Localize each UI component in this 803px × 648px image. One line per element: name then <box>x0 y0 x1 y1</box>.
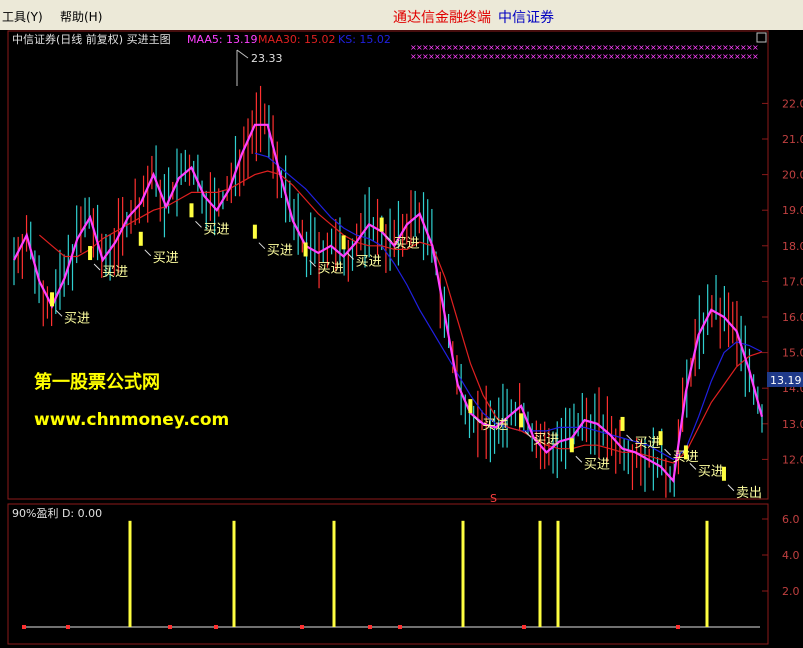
signal-bar <box>50 292 55 307</box>
signal-label: 买进 <box>203 222 229 237</box>
signal-label: 买进 <box>482 418 508 433</box>
y-tick-label: 22.0 <box>782 97 803 110</box>
signal-bar <box>620 416 625 431</box>
signal-label: 买进 <box>267 244 293 259</box>
sub-bar <box>332 520 336 627</box>
signal-label: 买进 <box>318 261 344 276</box>
y-tick-label: 15.0 <box>782 347 803 360</box>
sub-dot <box>168 625 172 629</box>
menu-bar: 工具(Y) 帮助(H) 通达信金融终端 中信证券 <box>0 0 803 31</box>
sub-bar <box>232 520 236 627</box>
signal-bar <box>519 413 524 428</box>
menu-tools[interactable]: 工具(Y) <box>2 8 43 25</box>
sub-dot <box>66 625 70 629</box>
signal-label: 买进 <box>635 436 661 451</box>
signal-bar <box>379 217 384 232</box>
y-tick-label: 18.0 <box>782 240 803 253</box>
y-tick-label: 12.0 <box>782 453 803 466</box>
sub-dot <box>676 625 680 629</box>
signal-bar <box>303 242 308 257</box>
signal-bar <box>569 438 574 453</box>
sub-bar <box>461 520 465 627</box>
signal-bar <box>341 235 346 250</box>
signal-x-mark: × <box>752 52 759 61</box>
signal-bar <box>468 399 473 414</box>
signal-label: 卖出 <box>736 486 762 501</box>
main-panel-title: 中信证券(日线 前复权) 买进主图 <box>12 32 171 46</box>
sub-bar <box>705 520 709 627</box>
signal-bar <box>252 224 257 239</box>
signal-markers: ××××××××××××××××××××××××××××××××××××××××… <box>410 43 759 61</box>
y-tick-label: 20.0 <box>782 169 803 182</box>
legend-ks: KS: 15.02 <box>338 33 391 46</box>
sub-bar <box>128 520 132 627</box>
signal-label: 买进 <box>102 265 128 280</box>
signal-bar <box>721 466 726 481</box>
legend-maa30: MAA30: 15.02 <box>258 33 336 46</box>
sub-y-tick-label: 6.0 <box>782 513 800 526</box>
signal-bar <box>189 203 194 218</box>
watermark-title: 第一股票公式网 <box>34 371 160 393</box>
sub-panel-title: 90%盈利 D: 0.00 <box>12 507 102 520</box>
legend-maa5: MAA5: 13.19 <box>187 33 258 46</box>
signal-label: 买进 <box>394 237 420 252</box>
sub-bar <box>538 520 542 627</box>
y-tick-label: 19.0 <box>782 204 803 217</box>
brand-title: 通达信金融终端 <box>393 10 491 26</box>
sub-dot <box>22 625 26 629</box>
sub-y-tick-label: 4.0 <box>782 549 800 562</box>
sub-y-tick-label: 2.0 <box>782 585 800 598</box>
period-marker: S <box>490 492 497 505</box>
y-tick-label: 17.0 <box>782 275 803 288</box>
sub-dot <box>300 625 304 629</box>
signal-bar <box>658 431 663 446</box>
sub-dot <box>368 625 372 629</box>
kline-chart: 中信证券(日线 前复权) 买进主图 MAA5: 13.19 MAA30: 15.… <box>0 30 803 648</box>
sub-bar <box>556 520 560 627</box>
menu-help[interactable]: 帮助(H) <box>60 8 102 25</box>
signal-x-mark: × <box>752 43 759 52</box>
y-tick-label: 16.0 <box>782 311 803 324</box>
sub-dot <box>398 625 402 629</box>
sub-dot <box>214 625 218 629</box>
y-tick-label: 13.0 <box>782 418 803 431</box>
y-tick-label: 21.0 <box>782 133 803 146</box>
signal-label: 买进 <box>64 311 90 326</box>
watermark-url: www.chnmoney.com <box>34 410 229 430</box>
signal-label: 买进 <box>533 432 559 447</box>
signal-label: 买进 <box>584 457 610 472</box>
signal-label: 买进 <box>356 254 382 269</box>
stock-title: 中信证券 <box>498 10 554 26</box>
signal-label: 买进 <box>698 464 724 479</box>
current-price-label: 13.19 <box>770 374 802 387</box>
sub-dot <box>522 625 526 629</box>
signal-bar <box>138 231 143 246</box>
peak-price-label: 23.33 <box>251 52 283 65</box>
signal-label: 买进 <box>153 251 179 266</box>
signal-bar <box>683 445 688 460</box>
signal-bar <box>88 246 93 261</box>
